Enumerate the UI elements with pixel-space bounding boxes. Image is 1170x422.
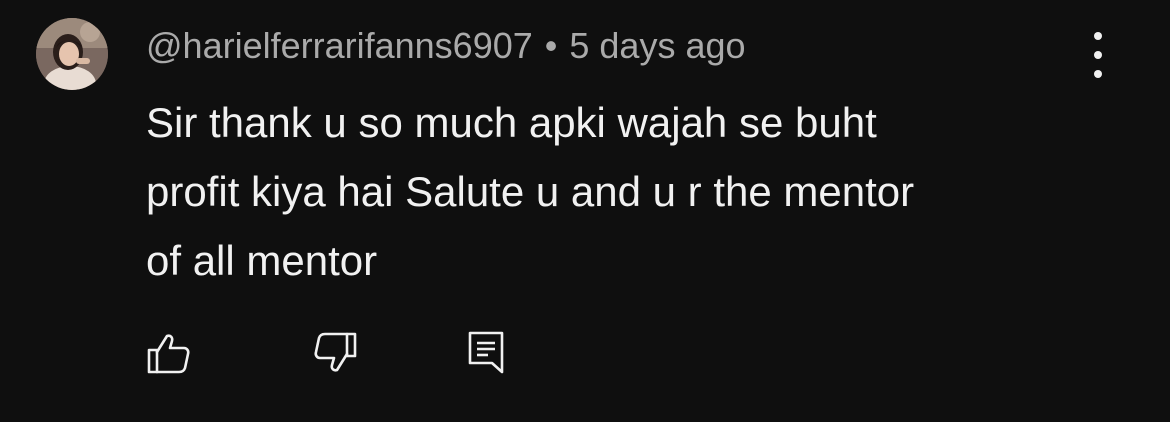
avatar[interactable] xyxy=(36,18,108,90)
comment-text-line: of all mentor xyxy=(146,237,378,284)
comment-author[interactable]: @harielferrarifanns6907 xyxy=(146,25,533,66)
more-vertical-icon xyxy=(1094,32,1102,40)
avatar-image xyxy=(36,18,108,90)
more-options-button[interactable] xyxy=(1078,32,1118,78)
comment-timestamp[interactable]: 5 days ago xyxy=(569,25,745,66)
reply-comment-icon xyxy=(468,331,504,374)
more-vertical-icon-dot xyxy=(1094,70,1102,78)
reply-button[interactable] xyxy=(464,330,510,376)
thumb-up-icon xyxy=(147,334,190,374)
comment-header: @harielferrarifanns6907 • 5 days ago xyxy=(146,24,746,68)
more-vertical-icon-dot xyxy=(1094,51,1102,59)
like-button[interactable] xyxy=(146,330,192,376)
comment-text-line: profit kiya hai Salute u and u r the men… xyxy=(146,168,915,215)
dislike-button[interactable] xyxy=(312,330,358,376)
comment-item: @harielferrarifanns6907 • 5 days ago Sir t… xyxy=(0,0,1170,422)
meta-separator: • xyxy=(544,25,558,66)
thumb-down-icon xyxy=(314,332,357,372)
comment-text-line: Sir thank u so much apki wajah se buht xyxy=(146,99,877,146)
comment-text: Sir thank u so much apki wajah se buht p… xyxy=(146,88,1106,295)
